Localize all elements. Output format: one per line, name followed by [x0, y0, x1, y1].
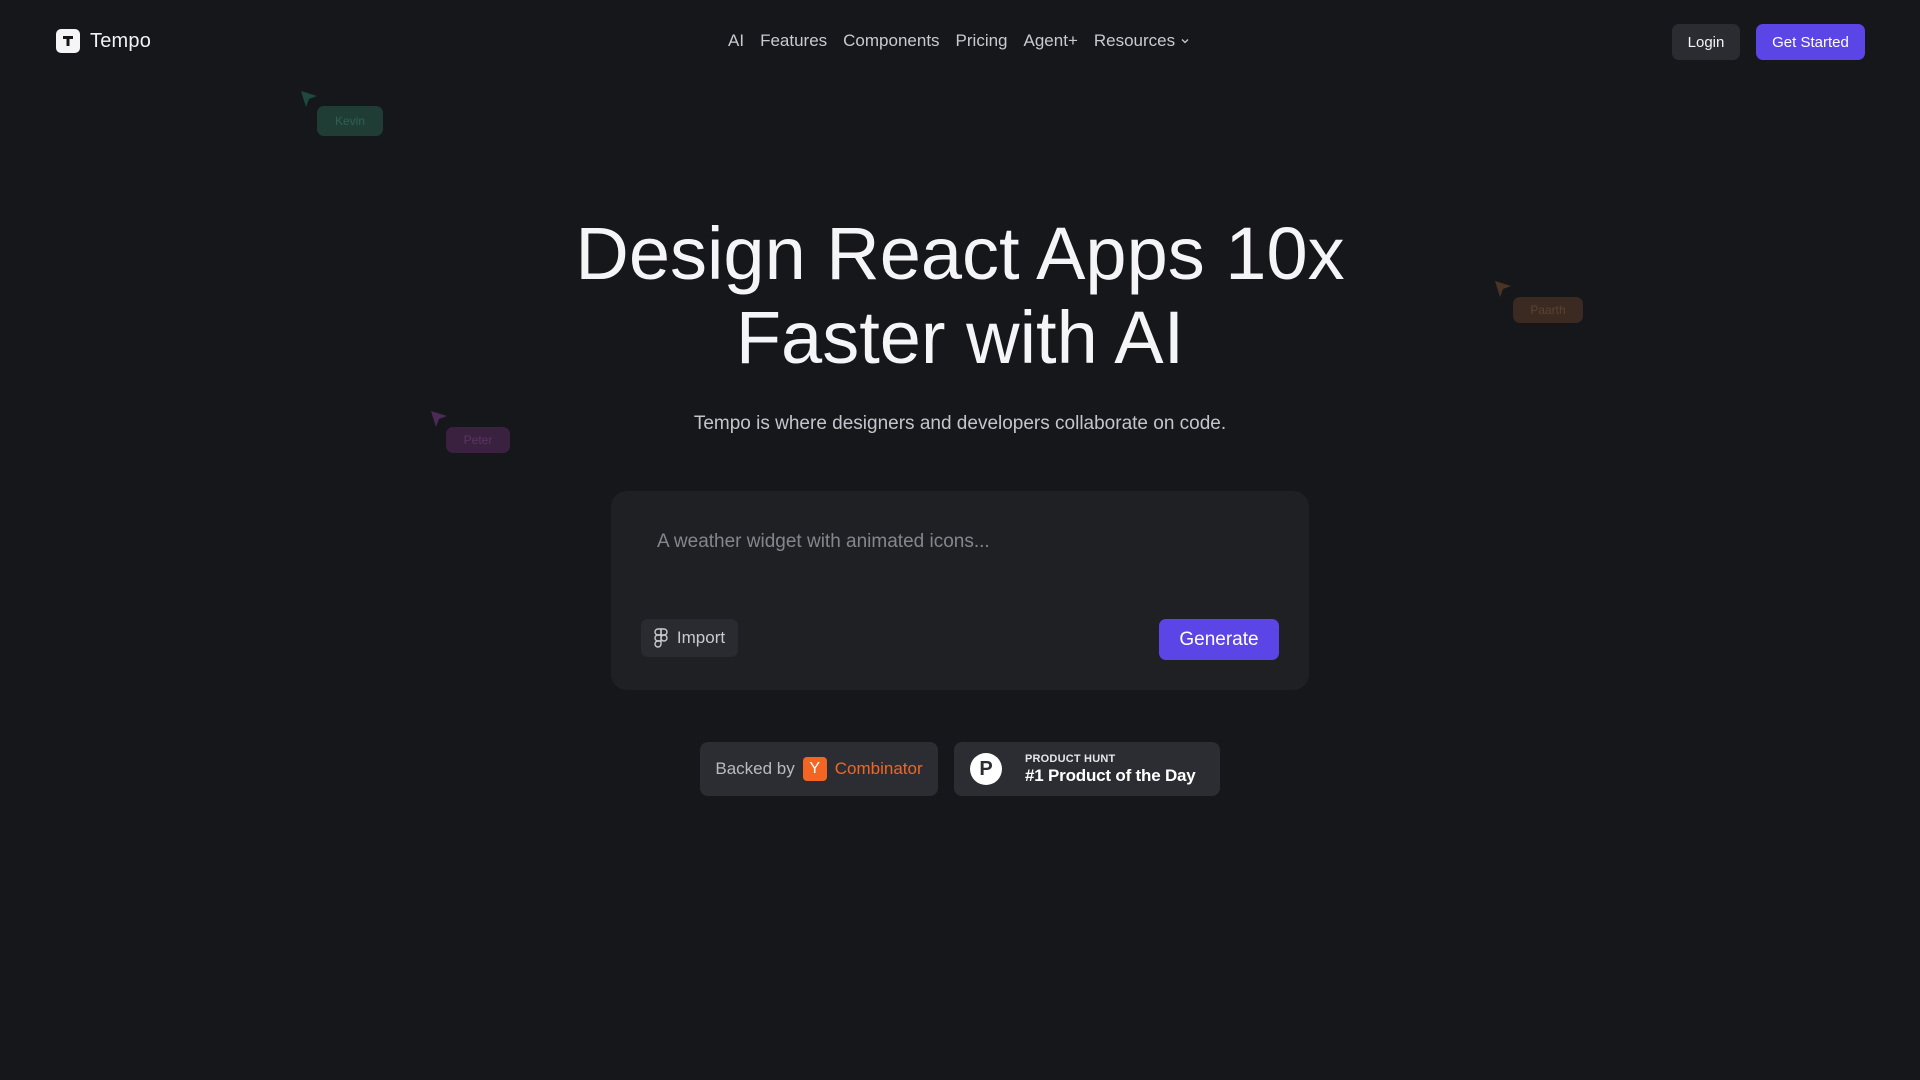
- chevron-down-icon: [1181, 39, 1189, 44]
- yc-badge[interactable]: Backed by Y Combinator: [700, 742, 938, 796]
- login-button[interactable]: Login: [1672, 24, 1740, 60]
- generate-button[interactable]: Generate: [1159, 619, 1279, 660]
- site-header: Tempo AI Features Components Pricing Age…: [0, 0, 1920, 84]
- hero-title-line-2: Faster with AI: [735, 296, 1185, 379]
- brand-logo[interactable]: Tempo: [56, 29, 151, 53]
- nav-item-resources[interactable]: Resources: [1094, 30, 1190, 52]
- nav-item-features[interactable]: Features: [760, 30, 827, 52]
- product-hunt-award: #1 Product of the Day: [1025, 766, 1196, 785]
- hero-title: Design React Apps 10x Faster with AI: [0, 212, 1920, 380]
- hero-title-line-1: Design React Apps 10x: [575, 212, 1345, 295]
- cursor-arrow-icon: [301, 91, 317, 107]
- figma-icon: [654, 628, 668, 648]
- product-hunt-label: PRODUCT HUNT: [1025, 753, 1116, 765]
- tempo-logo-icon: [56, 29, 80, 53]
- get-started-button[interactable]: Get Started: [1756, 24, 1865, 60]
- product-hunt-logo-icon: P: [970, 753, 1002, 785]
- import-button-label: Import: [676, 628, 726, 647]
- prompt-input[interactable]: [655, 527, 1255, 557]
- yc-name-text: Combinator: [834, 759, 923, 778]
- nav-item-agent-plus[interactable]: Agent+: [1024, 30, 1078, 52]
- nav-item-resources-label: Resources: [1093, 31, 1176, 50]
- hero-subtitle: Tempo is where designers and developers …: [693, 413, 1227, 434]
- nav-item-ai[interactable]: AI: [728, 30, 744, 52]
- brand-name: Tempo: [90, 29, 152, 52]
- import-button[interactable]: Import: [641, 619, 738, 657]
- yc-logo-icon: Y: [802, 757, 827, 781]
- nav-item-components[interactable]: Components: [843, 30, 939, 52]
- prompt-card: Import Generate: [611, 491, 1309, 690]
- product-hunt-badge[interactable]: P PRODUCT HUNT #1 Product of the Day: [954, 742, 1220, 796]
- nav-item-pricing[interactable]: Pricing: [956, 30, 1008, 52]
- cursor-name-tag: Kevin: [317, 106, 383, 136]
- main-nav: AI Features Components Pricing Agent+ Re…: [728, 30, 1190, 52]
- yc-backed-by-text: Backed by: [715, 759, 795, 778]
